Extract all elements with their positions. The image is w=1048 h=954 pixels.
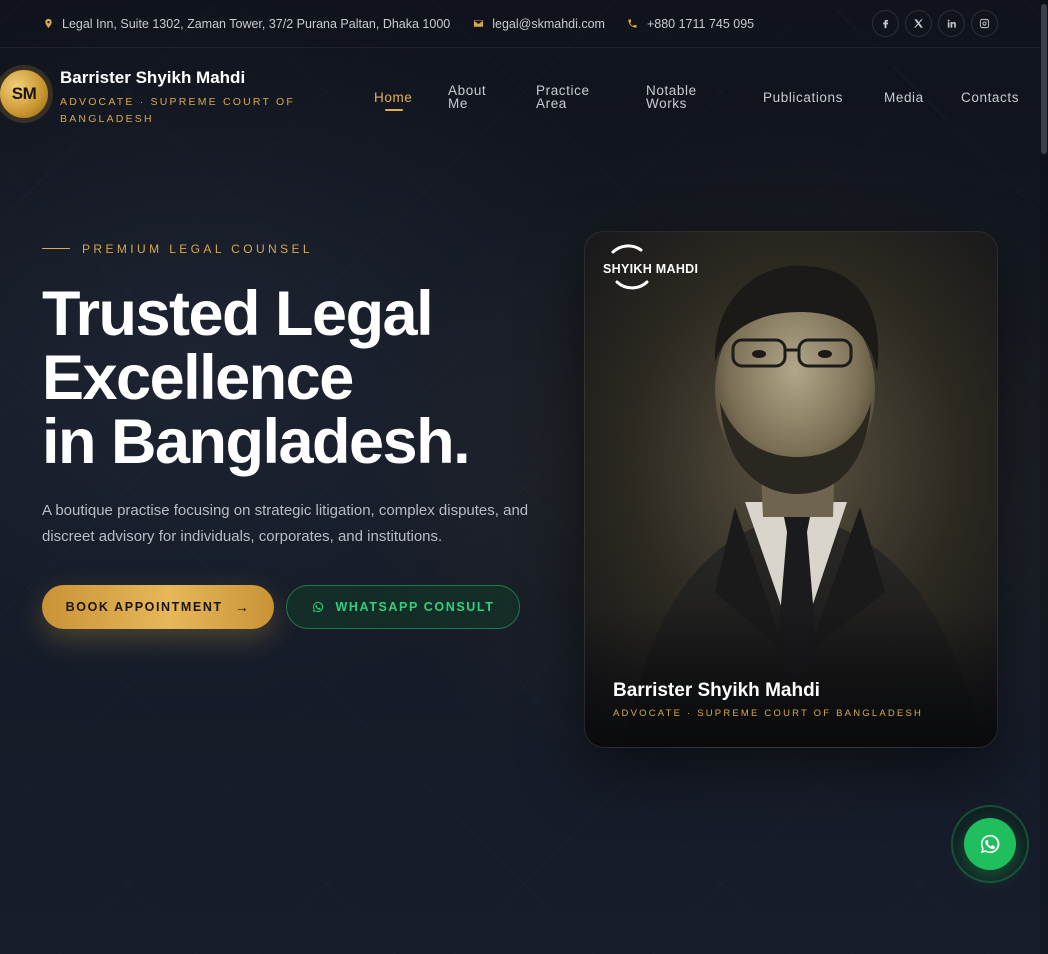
whatsapp-icon — [980, 834, 1000, 854]
logo-badge[interactable]: SM — [0, 68, 50, 120]
email-link[interactable]: legal@skmahdi.com — [492, 17, 605, 31]
nav-home[interactable]: Home — [374, 91, 412, 105]
book-appointment-label: BOOK APPOINTMENT — [65, 600, 223, 614]
card-title: ADVOCATE · SUPREME COURT OF BANGLADESH — [613, 708, 924, 719]
hero-eyebrow: PREMIUM LEGAL COUNSEL — [82, 242, 313, 256]
nav-practice-area[interactable]: Practice Area — [536, 84, 606, 111]
address-item: Legal Inn, Suite 1302, Zaman Tower, 37/2… — [42, 17, 450, 31]
email-item[interactable]: legal@skmahdi.com — [472, 17, 605, 31]
social-links — [872, 10, 998, 37]
card-logo: SHYIKH MAHDI — [603, 244, 698, 294]
whatsapp-consult-button[interactable]: WHATSAPP CONSULT — [286, 585, 520, 629]
eyebrow-line — [42, 248, 70, 249]
portrait-card: SHYIKH MAHDI Barrister Shyikh Mahdi ADVO… — [584, 231, 998, 748]
brand-name[interactable]: Barrister Shyikh Mahdi — [60, 68, 245, 88]
nav-about-me[interactable]: About Me — [448, 84, 508, 111]
hero-description: A boutique practise focusing on strategi… — [42, 502, 529, 545]
nav-media[interactable]: Media — [884, 91, 924, 105]
linkedin-icon[interactable] — [938, 10, 965, 37]
map-pin-icon — [42, 18, 54, 30]
phone-icon — [627, 18, 639, 30]
nav-contacts[interactable]: Contacts — [961, 91, 1019, 105]
card-name: Barrister Shyikh Mahdi — [613, 680, 820, 701]
hero-headline: Trusted Legal Excellence in Bangladesh. — [42, 282, 562, 474]
arrow-right-icon: → — [234, 599, 251, 615]
brand-subtitle: ADVOCATE · SUPREME COURT OF BANGLADESH — [60, 96, 296, 125]
card-gradient-overlay — [585, 607, 997, 747]
nav-notable-works[interactable]: Notable Works — [646, 84, 716, 111]
phone-link[interactable]: +880 1711 745 095 — [647, 17, 754, 31]
whatsapp-icon — [312, 601, 323, 612]
whatsapp-fab-button[interactable] — [964, 818, 1016, 870]
headline-line-1: Trusted Legal — [42, 279, 434, 349]
instagram-icon[interactable] — [971, 10, 998, 37]
address-text: Legal Inn, Suite 1302, Zaman Tower, 37/2… — [62, 16, 451, 31]
whatsapp-consult-label: WHATSAPP CONSULT — [335, 600, 495, 614]
facebook-icon[interactable] — [872, 10, 899, 37]
nav-publications[interactable]: Publications — [763, 91, 843, 105]
envelope-icon — [472, 18, 484, 30]
scrollbar-thumb[interactable] — [1041, 4, 1047, 154]
headline-line-3: in Bangladesh. — [42, 407, 471, 477]
x-icon[interactable] — [905, 10, 932, 37]
book-appointment-button[interactable]: BOOK APPOINTMENT → — [42, 585, 274, 629]
card-logo-text: SHYIKH MAHDI — [603, 262, 699, 276]
top-info-bar: Legal Inn, Suite 1302, Zaman Tower, 37/2… — [0, 0, 1040, 48]
site-header: SM Barrister Shyikh Mahdi ADVOCATE · SUP… — [0, 48, 1040, 144]
nav-active-indicator — [385, 109, 403, 111]
page-scrollbar[interactable] — [1040, 0, 1048, 954]
headline-line-2: Excellence — [42, 343, 354, 413]
phone-item[interactable]: +880 1711 745 095 — [627, 17, 754, 31]
